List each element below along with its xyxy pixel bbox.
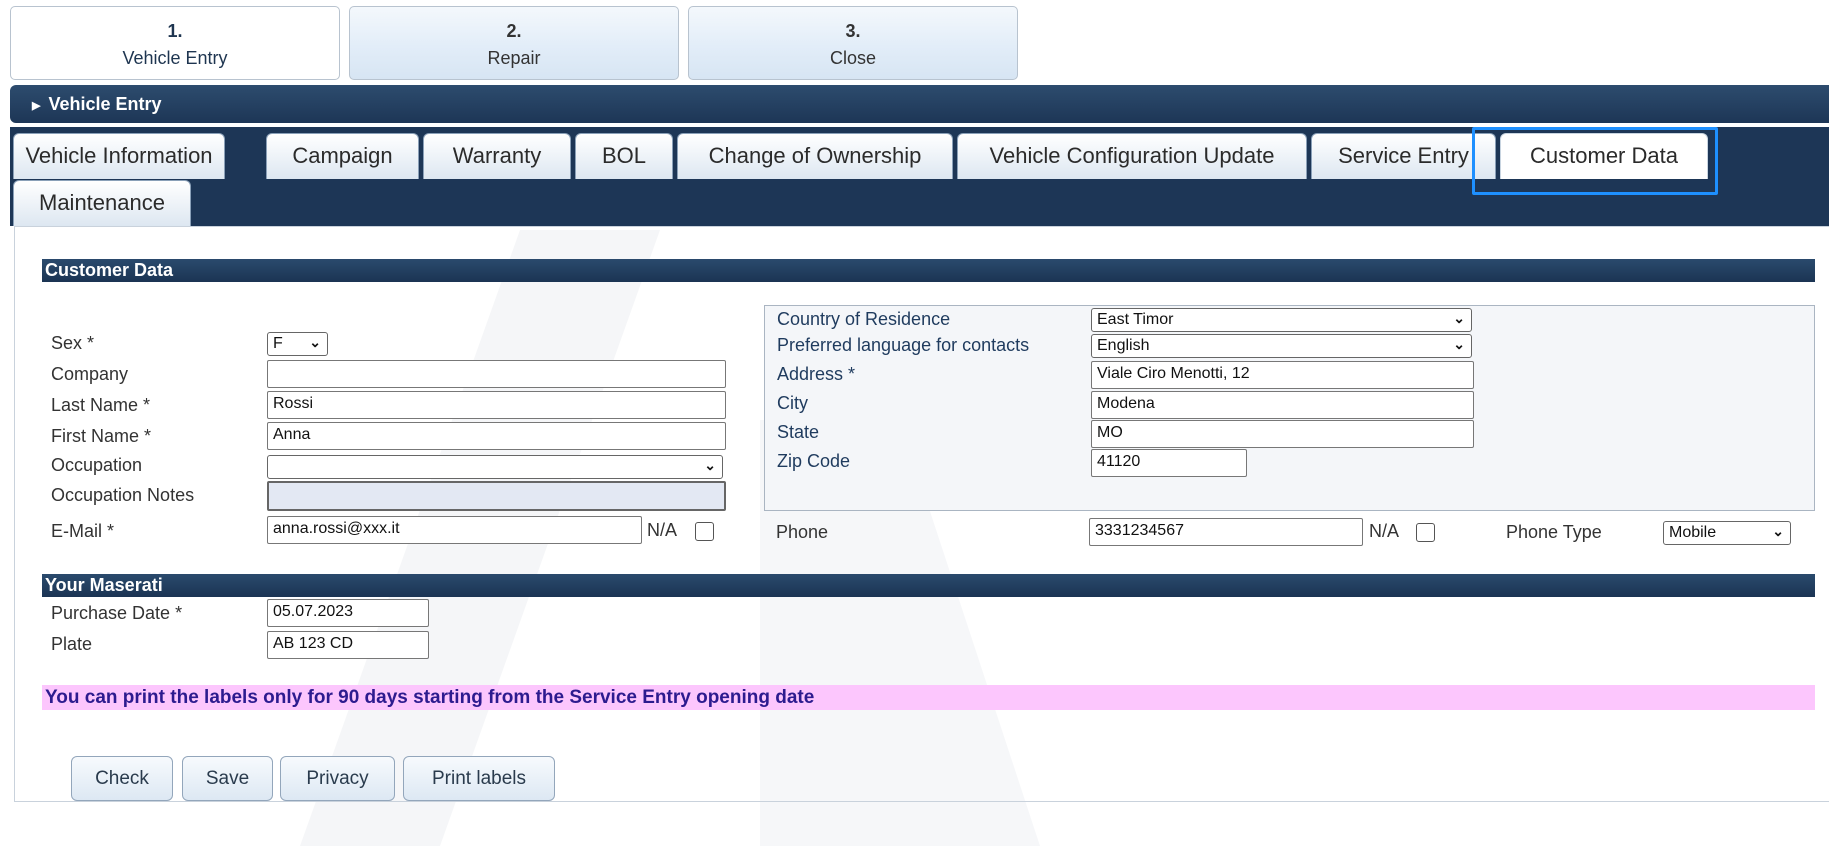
language-label: Preferred language for contacts bbox=[777, 335, 1030, 355]
company-label: Company bbox=[51, 364, 129, 384]
country-value: East Timor bbox=[1097, 311, 1174, 328]
last-name-label: Last Name * bbox=[51, 395, 151, 415]
purchase-date-field[interactable]: 05.07.2023 bbox=[267, 599, 429, 627]
step-number: 2. bbox=[506, 21, 522, 41]
sex-select[interactable]: F ⌄ bbox=[267, 332, 328, 356]
step-label: Repair bbox=[487, 48, 541, 68]
step-vehicle-entry[interactable]: 1. Vehicle Entry bbox=[10, 6, 340, 80]
step-label: Close bbox=[829, 48, 877, 68]
wizard-steps: 1. Vehicle Entry 2. Repair 3. Close bbox=[10, 6, 1018, 80]
phone-type-value: Mobile bbox=[1669, 524, 1717, 541]
section-header-vehicle-entry[interactable]: ▶ Vehicle Entry bbox=[10, 85, 1829, 123]
step-close[interactable]: 3. Close bbox=[688, 6, 1018, 80]
address-field[interactable]: Viale Ciro Menotti, 12 bbox=[1091, 361, 1474, 389]
phone-field[interactable]: 3331234567 bbox=[1089, 518, 1363, 546]
occupation-select[interactable]: ⌄ bbox=[267, 455, 723, 479]
print-labels-button[interactable]: Print labels bbox=[403, 756, 555, 801]
country-label: Country of Residence bbox=[777, 309, 951, 329]
sex-label: Sex * bbox=[51, 333, 95, 353]
save-button[interactable]: Save bbox=[182, 756, 273, 801]
chevron-down-icon: ⌄ bbox=[1453, 310, 1465, 326]
your-maserati-title: Your Maserati bbox=[42, 574, 1815, 597]
step-label: Vehicle Entry bbox=[122, 48, 228, 68]
privacy-button[interactable]: Privacy bbox=[280, 756, 395, 801]
zip-code-label: Zip Code bbox=[777, 451, 851, 471]
tab-vehicle-configuration-update[interactable]: Vehicle Configuration Update bbox=[957, 133, 1307, 179]
section-title: Vehicle Entry bbox=[48, 94, 162, 114]
tab-warranty[interactable]: Warranty bbox=[423, 133, 571, 179]
phone-na-label: N/A bbox=[1369, 521, 1400, 541]
chevron-down-icon: ⌄ bbox=[1453, 336, 1465, 352]
first-name-field[interactable]: Anna bbox=[267, 422, 726, 450]
plate-field[interactable]: AB 123 CD bbox=[267, 631, 429, 659]
print-labels-note: You can print the labels only for 90 day… bbox=[42, 685, 1815, 710]
check-button[interactable]: Check bbox=[71, 756, 173, 801]
chevron-down-icon: ⌄ bbox=[704, 457, 716, 473]
occupation-notes-field[interactable] bbox=[267, 481, 726, 511]
email-field[interactable]: anna.rossi@xxx.it bbox=[267, 516, 642, 544]
phone-type-label: Phone Type bbox=[1506, 522, 1602, 542]
step-number: 3. bbox=[845, 21, 861, 41]
step-number: 1. bbox=[167, 21, 183, 41]
tab-vehicle-information[interactable]: Vehicle Information bbox=[13, 133, 225, 179]
phone-na-checkbox[interactable] bbox=[1416, 523, 1435, 542]
last-name-field[interactable]: Rossi bbox=[267, 391, 726, 419]
chevron-down-icon: ⌄ bbox=[1772, 523, 1784, 539]
first-name-label: First Name * bbox=[51, 426, 152, 446]
step-repair[interactable]: 2. Repair bbox=[349, 6, 679, 80]
purchase-date-label: Purchase Date * bbox=[51, 603, 183, 623]
chevron-down-icon: ⌄ bbox=[309, 334, 321, 350]
language-select[interactable]: English ⌄ bbox=[1091, 334, 1472, 358]
email-na-checkbox[interactable] bbox=[695, 522, 714, 541]
active-tab-focus-ring bbox=[1472, 127, 1718, 195]
language-value: English bbox=[1097, 337, 1150, 354]
zip-code-field[interactable]: 41120 bbox=[1091, 449, 1247, 477]
sex-value: F bbox=[273, 335, 283, 352]
company-field[interactable] bbox=[267, 360, 726, 388]
tab-bol[interactable]: BOL bbox=[575, 133, 673, 179]
occupation-label: Occupation bbox=[51, 455, 143, 475]
email-label: E-Mail * bbox=[51, 521, 115, 541]
customer-data-title: Customer Data bbox=[42, 259, 1815, 282]
state-label: State bbox=[777, 422, 820, 442]
email-na-label: N/A bbox=[647, 520, 678, 540]
tab-campaign[interactable]: Campaign bbox=[266, 133, 419, 179]
city-label: City bbox=[777, 393, 808, 413]
country-select[interactable]: East Timor ⌄ bbox=[1091, 308, 1472, 332]
address-label: Address * bbox=[777, 364, 856, 384]
state-field[interactable]: MO bbox=[1091, 420, 1474, 448]
occupation-notes-label: Occupation Notes bbox=[51, 485, 195, 505]
phone-label: Phone bbox=[776, 522, 829, 542]
city-field[interactable]: Modena bbox=[1091, 391, 1474, 419]
tab-change-of-ownership[interactable]: Change of Ownership bbox=[677, 133, 953, 179]
tab-service-entry[interactable]: Service Entry bbox=[1311, 133, 1496, 179]
phone-type-select[interactable]: Mobile ⌄ bbox=[1663, 521, 1791, 545]
tab-maintenance[interactable]: Maintenance bbox=[13, 180, 191, 226]
plate-label: Plate bbox=[51, 634, 93, 654]
triangle-right-icon: ▶ bbox=[32, 100, 41, 112]
